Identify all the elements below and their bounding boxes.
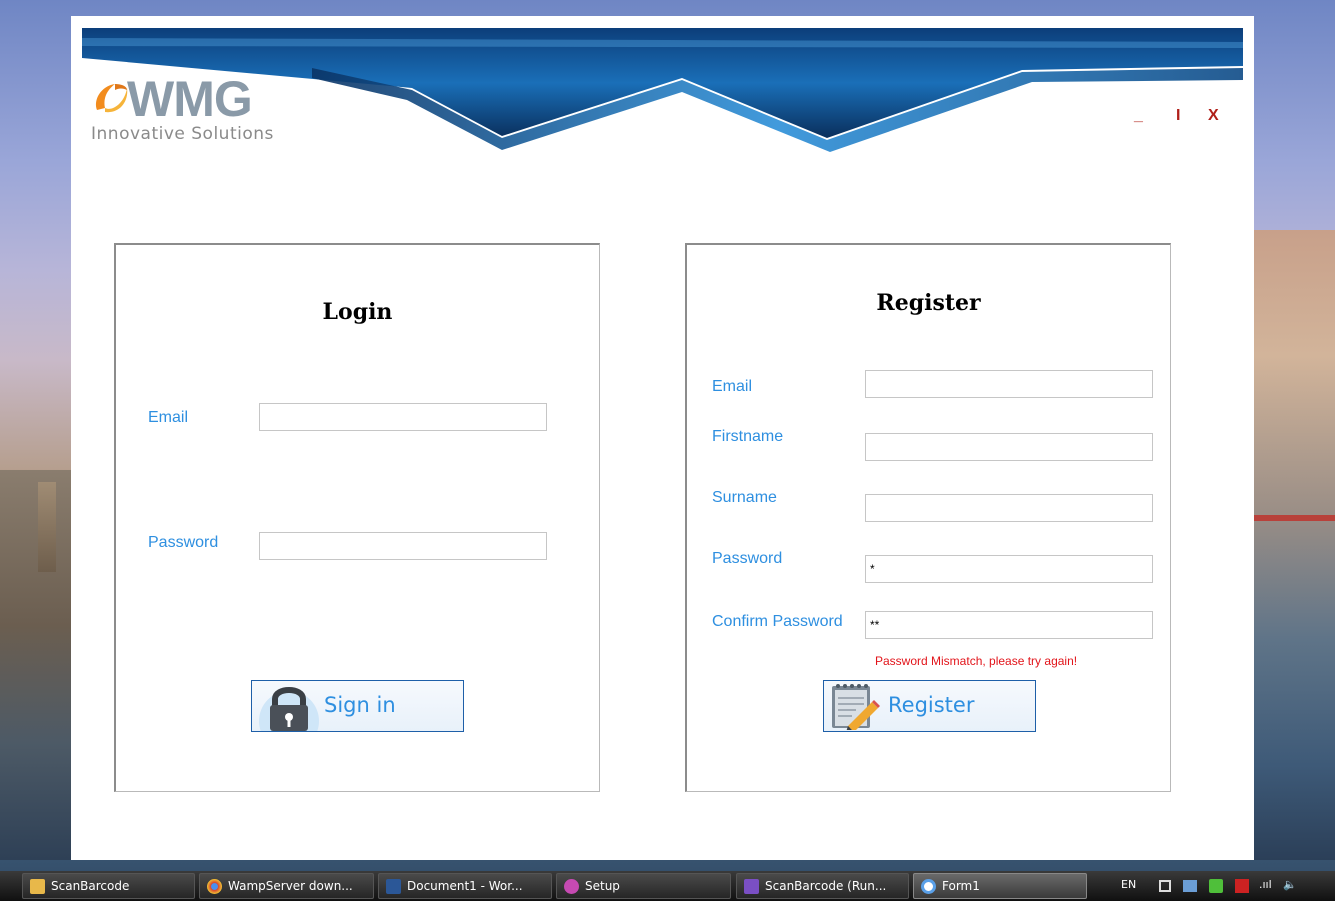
register-email-label: Email: [712, 378, 753, 395]
notepad-pencil-icon: [832, 684, 880, 730]
desktop-wallpaper-left: [0, 470, 72, 860]
logo-swirl-icon: [95, 84, 128, 113]
login-password-input[interactable]: [259, 532, 547, 560]
password-mismatch-error: Password Mismatch, please try again!: [875, 654, 1078, 668]
register-button[interactable]: Register: [823, 680, 1036, 732]
sign-in-button[interactable]: Sign in: [251, 680, 464, 732]
chrome-icon: [207, 879, 222, 894]
taskbar-item-label: Document1 - Wor...: [407, 879, 523, 893]
wallpaper-bridge: [1253, 515, 1335, 521]
form-icon: [921, 879, 936, 894]
register-confirm-password-label: Confirm Password: [712, 613, 843, 630]
login-email-input[interactable]: [259, 403, 547, 431]
register-firstname-label: Firstname: [712, 428, 784, 445]
power-icon[interactable]: [1159, 880, 1171, 892]
sign-in-label: Sign in: [324, 693, 396, 717]
register-password-input[interactable]: [865, 555, 1153, 583]
security-icon[interactable]: [1209, 879, 1223, 893]
login-password-label: Password: [148, 534, 219, 551]
taskbar-item-form1[interactable]: Form1: [913, 873, 1087, 899]
login-panel: Login Email Password Sign in: [114, 243, 600, 792]
wallpaper-tower: [38, 482, 56, 572]
visual-studio-icon: [744, 879, 759, 894]
taskbar-item-label: Form1: [942, 879, 980, 893]
logo-wordmark: WMG: [127, 71, 253, 127]
setup-icon: [564, 879, 579, 894]
taskbar-item-chrome[interactable]: WampServer down...: [199, 873, 374, 899]
login-title: Login: [322, 299, 393, 325]
taskbar-item-scanbarcode-folder[interactable]: ScanBarcode: [22, 873, 195, 899]
taskbar-item-label: ScanBarcode (Run...: [765, 879, 887, 893]
lock-icon: [259, 687, 319, 731]
register-surname-label: Surname: [712, 489, 777, 506]
maximize-button[interactable]: I: [1176, 106, 1180, 126]
login-email-label: Email: [148, 409, 189, 426]
signal-strength-icon[interactable]: .ııl: [1259, 878, 1272, 891]
taskbar-item-setup[interactable]: Setup: [556, 873, 731, 899]
action-center-flag-icon[interactable]: [1235, 879, 1249, 893]
register-surname-input[interactable]: [865, 494, 1153, 522]
taskbar-item-label: WampServer down...: [228, 879, 353, 893]
window-controls: _ I X: [1134, 106, 1234, 130]
register-panel: Register Email Firstname Surname Passwor…: [685, 243, 1171, 792]
register-title: Register: [876, 290, 981, 316]
taskbar: ScanBarcode WampServer down... Document1…: [0, 871, 1335, 901]
language-indicator[interactable]: EN: [1121, 878, 1136, 891]
taskbar-item-label: ScanBarcode: [51, 879, 130, 893]
folder-icon: [30, 879, 45, 894]
taskbar-item-label: Setup: [585, 879, 620, 893]
word-icon: [386, 879, 401, 894]
register-password-label: Password: [712, 550, 783, 567]
minimize-button[interactable]: _: [1134, 106, 1143, 126]
register-label: Register: [888, 693, 975, 717]
taskbar-item-word[interactable]: Document1 - Wor...: [378, 873, 552, 899]
desktop-wallpaper-right: [1253, 230, 1335, 860]
logo-tagline: Innovative Solutions: [91, 124, 274, 144]
volume-icon[interactable]: 🔈: [1283, 878, 1297, 891]
register-firstname-input[interactable]: [865, 433, 1153, 461]
register-confirm-password-input[interactable]: [865, 611, 1153, 639]
system-tray: EN .ııl 🔈: [1103, 873, 1335, 899]
register-email-input[interactable]: [865, 370, 1153, 398]
close-button[interactable]: X: [1208, 106, 1219, 126]
taskbar-item-visual-studio[interactable]: ScanBarcode (Run...: [736, 873, 909, 899]
network-icon[interactable]: [1183, 880, 1197, 892]
app-window: WMG Innovative Solutions _ I X Login Ema…: [71, 16, 1254, 860]
